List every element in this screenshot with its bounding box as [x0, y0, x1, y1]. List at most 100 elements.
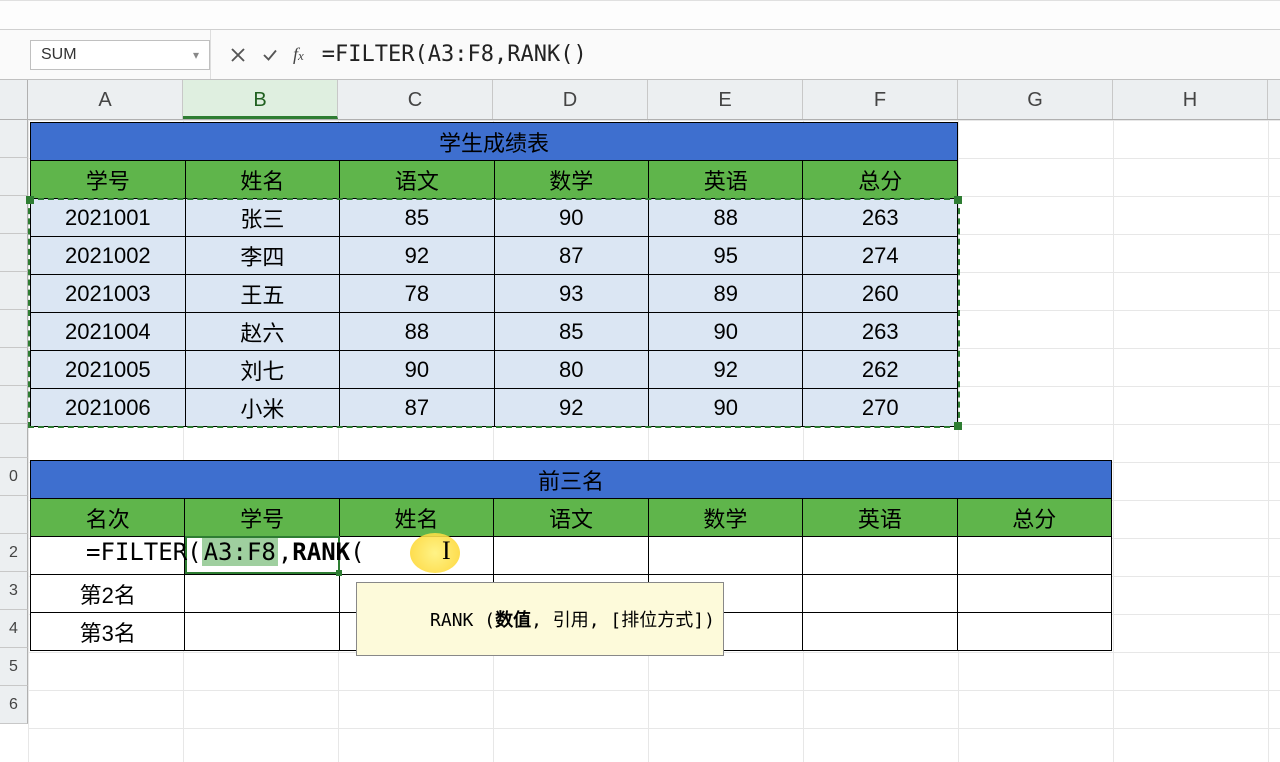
- cell[interactable]: 2021002: [31, 237, 186, 275]
- row-header[interactable]: [0, 424, 28, 458]
- cell[interactable]: 93: [494, 275, 648, 313]
- cell[interactable]: [185, 575, 339, 613]
- top3-header: 数学: [648, 499, 802, 537]
- cell[interactable]: 85: [340, 199, 494, 237]
- student-scores-table[interactable]: 学生成绩表 学号 姓名 语文 数学 英语 总分 2021001 张三 85 90…: [30, 122, 958, 427]
- row-header[interactable]: 0: [0, 458, 28, 496]
- cell[interactable]: 刘七: [185, 351, 339, 389]
- column-headers: A B C D E F G H: [0, 80, 1280, 120]
- function-tooltip: RANK (数值, 引用, [排位方式]): [356, 582, 724, 656]
- col-header-C[interactable]: C: [338, 80, 493, 119]
- cell[interactable]: 90: [649, 313, 803, 351]
- top3-header: 姓名: [339, 499, 493, 537]
- cell[interactable]: 260: [803, 275, 958, 313]
- col-header-D[interactable]: D: [493, 80, 648, 119]
- cancel-icon[interactable]: [229, 46, 247, 64]
- cell[interactable]: 92: [494, 389, 648, 427]
- cell[interactable]: 263: [803, 199, 958, 237]
- cell[interactable]: [185, 613, 339, 651]
- row-header[interactable]: [0, 234, 28, 272]
- col-header-A[interactable]: A: [28, 80, 183, 119]
- cell[interactable]: 2021001: [31, 199, 186, 237]
- cell[interactable]: 张三: [185, 199, 339, 237]
- formula-bar-controls: fx: [210, 30, 312, 79]
- row-header[interactable]: [0, 158, 28, 196]
- row-header[interactable]: [0, 348, 28, 386]
- cell[interactable]: 262: [803, 351, 958, 389]
- cell[interactable]: 李四: [185, 237, 339, 275]
- cell[interactable]: 90: [649, 389, 803, 427]
- table-row: 2021004 赵六 88 85 90 263: [31, 313, 958, 351]
- cell[interactable]: [957, 537, 1111, 575]
- fx-icon[interactable]: fx: [293, 44, 304, 65]
- cell-editor[interactable]: =FILTER( A3:F8 , RANK (: [86, 538, 365, 566]
- cell[interactable]: 80: [494, 351, 648, 389]
- chevron-down-icon[interactable]: ▾: [193, 48, 199, 62]
- cell[interactable]: 88: [649, 199, 803, 237]
- rank-label[interactable]: 第3名: [31, 613, 185, 651]
- cell[interactable]: 89: [649, 275, 803, 313]
- cell[interactable]: 270: [803, 389, 958, 427]
- cell[interactable]: 274: [803, 237, 958, 275]
- cell[interactable]: [803, 613, 957, 651]
- row-header[interactable]: 6: [0, 686, 28, 724]
- cell[interactable]: [803, 575, 957, 613]
- select-all-corner[interactable]: [0, 80, 28, 119]
- student-header: 英语: [649, 161, 803, 199]
- cell[interactable]: [803, 537, 957, 575]
- cell[interactable]: 小米: [185, 389, 339, 427]
- tooltip-text: (: [473, 610, 495, 631]
- cell[interactable]: [648, 537, 802, 575]
- cell[interactable]: 78: [340, 275, 494, 313]
- row-header[interactable]: [0, 272, 28, 310]
- formula-token: (: [350, 538, 364, 566]
- formula-input[interactable]: =FILTER(A3:F8,RANK(): [312, 42, 1280, 67]
- table-row: 2021001 张三 85 90 88 263: [31, 199, 958, 237]
- cell[interactable]: 87: [494, 237, 648, 275]
- row-header[interactable]: [0, 120, 28, 158]
- cell[interactable]: [494, 537, 648, 575]
- cell[interactable]: 88: [340, 313, 494, 351]
- name-box-value: SUM: [41, 46, 77, 64]
- col-header-G[interactable]: G: [958, 80, 1113, 119]
- cell[interactable]: 90: [340, 351, 494, 389]
- row-header[interactable]: 3: [0, 572, 28, 610]
- row-header[interactable]: [0, 386, 28, 424]
- cell[interactable]: 2021003: [31, 275, 186, 313]
- cell[interactable]: 263: [803, 313, 958, 351]
- cell[interactable]: 90: [494, 199, 648, 237]
- rank-label[interactable]: 第2名: [31, 575, 185, 613]
- cell[interactable]: 92: [340, 237, 494, 275]
- top3-header: 总分: [957, 499, 1111, 537]
- formula-token: =FILTER(: [86, 538, 202, 566]
- cell[interactable]: [957, 613, 1111, 651]
- cell[interactable]: 2021006: [31, 389, 186, 427]
- cell[interactable]: 92: [649, 351, 803, 389]
- confirm-icon[interactable]: [261, 46, 279, 64]
- col-header-B[interactable]: B: [183, 80, 338, 119]
- spreadsheet-grid[interactable]: A B C D E F G H 0 2 3 4 5 6 学生成绩表 学号: [0, 80, 1280, 762]
- ribbon-placeholder: [0, 0, 1280, 30]
- table-row: 2021006 小米 87 92 90 270: [31, 389, 958, 427]
- top3-title: 前三名: [31, 461, 1112, 499]
- cell[interactable]: 95: [649, 237, 803, 275]
- row-header[interactable]: 2: [0, 534, 28, 572]
- col-header-F[interactable]: F: [803, 80, 958, 119]
- cell[interactable]: 85: [494, 313, 648, 351]
- col-header-E[interactable]: E: [648, 80, 803, 119]
- row-header[interactable]: [0, 496, 28, 534]
- name-box[interactable]: SUM ▾: [30, 40, 210, 70]
- cell[interactable]: 87: [340, 389, 494, 427]
- cell[interactable]: 赵六: [185, 313, 339, 351]
- row-header[interactable]: 5: [0, 648, 28, 686]
- cell[interactable]: [957, 575, 1111, 613]
- cell[interactable]: 王五: [185, 275, 339, 313]
- row-header[interactable]: [0, 310, 28, 348]
- top3-header: 语文: [494, 499, 648, 537]
- row-header[interactable]: 4: [0, 610, 28, 648]
- table-row: 2021003 王五 78 93 89 260: [31, 275, 958, 313]
- row-header[interactable]: [0, 196, 28, 234]
- cell[interactable]: 2021004: [31, 313, 186, 351]
- cell[interactable]: 2021005: [31, 351, 186, 389]
- col-header-H[interactable]: H: [1113, 80, 1268, 119]
